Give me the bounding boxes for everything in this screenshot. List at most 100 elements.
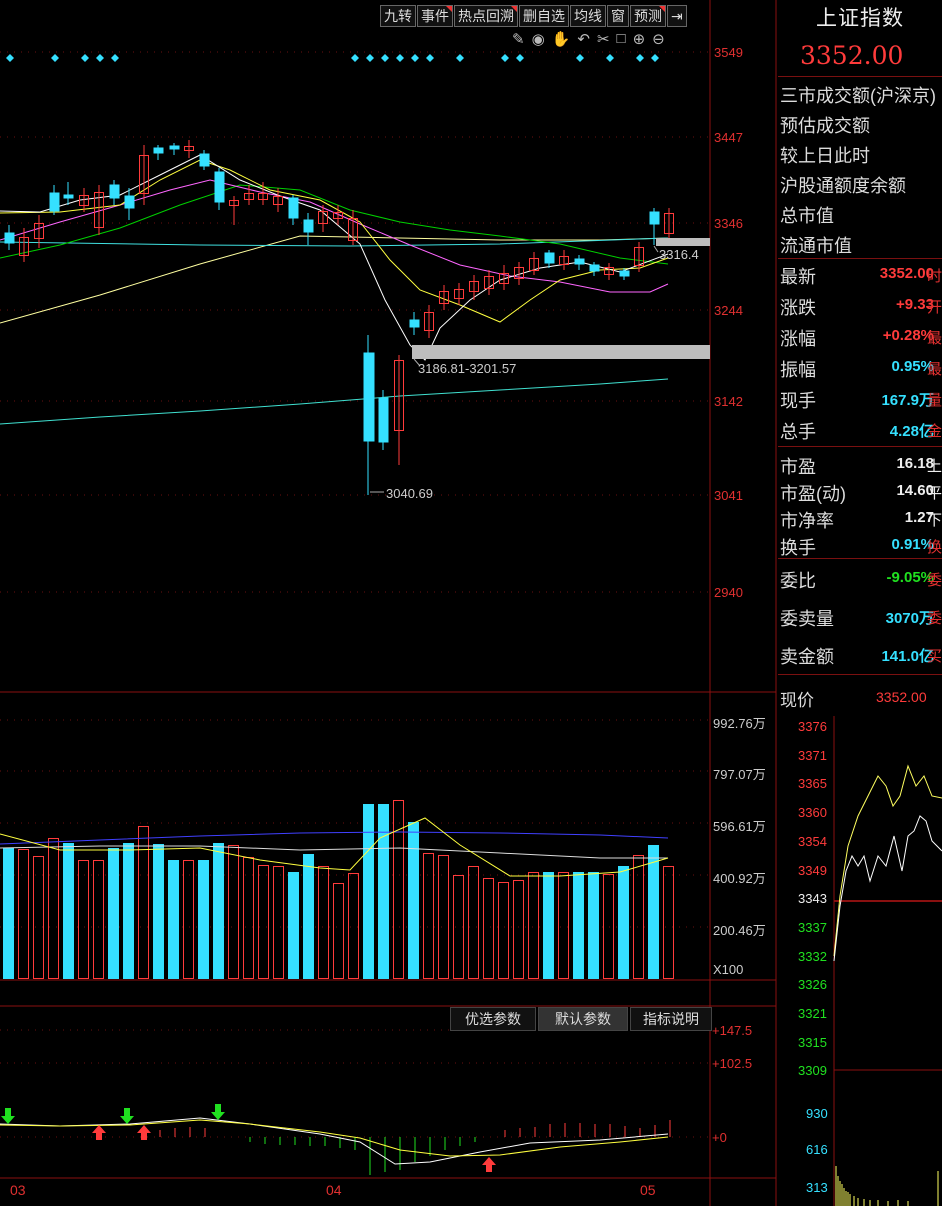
- undo-icon[interactable]: ↶: [577, 30, 590, 48]
- info-row-vs-prev[interactable]: 较上日此时: [780, 142, 870, 168]
- quote-unit: 下: [926, 512, 942, 529]
- quote-label: 市盈: [780, 457, 816, 477]
- tab-indicator-help[interactable]: 指标说明: [630, 1007, 712, 1031]
- toolbar-button-3[interactable]: 删自选: [519, 5, 569, 27]
- event-markers[interactable]: [6, 54, 659, 62]
- mini-price-tick: 3349: [798, 862, 827, 878]
- info-row-turnover[interactable]: 三市成交额(沪深京): [780, 82, 936, 108]
- scissors-icon[interactable]: ✂: [597, 30, 610, 48]
- zoom-in-icon[interactable]: ⊕: [633, 30, 646, 48]
- price-tick: 3142: [714, 394, 743, 409]
- eye-icon[interactable]: ◉: [532, 30, 545, 48]
- index-price: 3352.00: [800, 41, 904, 70]
- mini-price-tick: 3315: [798, 1034, 827, 1050]
- price-tick: 3041: [714, 488, 743, 503]
- mini-price-tick: 3376: [798, 719, 827, 734]
- mini-price-tick: 3354: [798, 833, 827, 849]
- price-tick: 3346: [714, 216, 743, 231]
- quote-label: 委比: [780, 571, 816, 591]
- mini-price-tick: 3371: [798, 747, 827, 763]
- ma30-line: [0, 184, 669, 265]
- quote-row-0[interactable]: 最新 3352.00 时: [778, 260, 942, 290]
- indicator-tick: +147.5: [712, 1023, 753, 1038]
- candlesticks[interactable]: [4, 140, 674, 495]
- order-row-0[interactable]: 委比 -9.05% 委: [778, 564, 942, 594]
- valuation-row-2[interactable]: 市净率 1.27 下: [778, 504, 942, 534]
- quote-row-5[interactable]: 总手 4.28亿金: [778, 415, 942, 445]
- toolbar-button-0[interactable]: 九转: [380, 5, 416, 27]
- mini-price-tick: 3343: [798, 891, 827, 907]
- quote-sidebar: 上证指数 3352.00 三市成交额(沪深京) 预估成交额 较上日此时 沪股通额…: [778, 0, 942, 1206]
- pencil-icon[interactable]: ✎: [512, 30, 525, 48]
- index-title: 上证指数: [816, 6, 904, 30]
- ma20-line: [0, 179, 669, 293]
- tab-optimal-params[interactable]: 优选参数: [450, 1007, 536, 1031]
- low-price-label: 3040.69: [386, 486, 433, 501]
- mini-price-tick: 3326: [798, 977, 827, 993]
- panel-toggle-icon[interactable]: ⇥: [667, 5, 687, 27]
- price-tick: 2940: [714, 585, 743, 600]
- mini-volume-tick: 930: [806, 1106, 828, 1121]
- quote-row-2[interactable]: 涨幅 +0.28% 最: [778, 322, 942, 352]
- gap-zone-high[interactable]: [656, 238, 710, 246]
- quote-label: 市盈(动): [780, 484, 846, 504]
- quote-unit: 上: [926, 458, 942, 475]
- quote-row-4[interactable]: 现手 167.9万量: [778, 384, 942, 414]
- main-chart-panel[interactable]: 九转 事件 热点回溯 删自选 均线窗预测 ⇥ ✎ ◉ ✋ ↶ ✂ □ ⊕ ⊖ 3549 3447 334…: [0, 0, 778, 1206]
- volume-tick: 797.07万: [713, 767, 766, 782]
- toolbar-button-4[interactable]: 均线: [570, 5, 606, 27]
- volume-tick: 200.46万: [713, 923, 766, 938]
- volume-tick: 596.61万: [713, 819, 766, 834]
- info-row-market-cap[interactable]: 总市值: [780, 202, 834, 228]
- valuation-row-1[interactable]: 市盈(动) 14.60 平: [778, 477, 942, 507]
- vol-ma-blue: [0, 831, 669, 845]
- vol-ma-white: [0, 845, 668, 859]
- valuation-row-3[interactable]: 换手 0.91% 换: [778, 531, 942, 561]
- tab-default-params[interactable]: 默认参数: [538, 1007, 628, 1031]
- mini-price-tick: 3360: [798, 805, 827, 821]
- quote-label: 振幅: [780, 360, 816, 380]
- quote-label: 换手: [780, 538, 816, 558]
- volume-unit-label: X100: [713, 962, 744, 977]
- mini-volume-tick: 616: [806, 1142, 828, 1157]
- quote-unit: 时: [926, 268, 942, 285]
- quote-row-1[interactable]: 涨跌 +9.33 开: [778, 291, 942, 321]
- ma5-line: [0, 154, 669, 361]
- quote-unit: 开: [926, 299, 942, 316]
- order-row-1[interactable]: 委卖量 3070万委: [778, 602, 942, 632]
- quote-unit: 换: [926, 539, 942, 556]
- order-row-2[interactable]: 卖金额 141.0亿买: [778, 640, 942, 670]
- indicator-tick: +0: [712, 1130, 727, 1145]
- mini-chart-price: 3352.00: [876, 689, 927, 705]
- lock-icon[interactable]: □: [617, 30, 626, 48]
- macd-signal-arrows[interactable]: [1, 1104, 496, 1172]
- price-tick: 3244: [714, 303, 743, 318]
- quote-row-3[interactable]: 振幅 0.95% 最: [778, 353, 942, 383]
- info-row-northbound[interactable]: 沪股通额度余额: [780, 172, 906, 198]
- toolbar-button-6[interactable]: 预测: [630, 5, 666, 27]
- valuation-row-0[interactable]: 市盈 16.18 上: [778, 450, 942, 480]
- ma10-line: [0, 159, 669, 323]
- volume-bars[interactable]: [3, 800, 674, 980]
- price-tick: 3447: [714, 130, 743, 145]
- info-row-float-cap[interactable]: 流通市值: [780, 232, 852, 258]
- quote-unit: 最: [926, 361, 942, 378]
- quote-unit: 委: [926, 572, 942, 589]
- quote-label: 委卖量: [780, 609, 834, 629]
- mini-price-tick: 3321: [798, 1006, 827, 1021]
- drawing-tools: ✎ ◉ ✋ ↶ ✂ □ ⊕ ⊖: [512, 30, 665, 48]
- mini-volume-tick: 313: [806, 1180, 828, 1195]
- gap-zone-low[interactable]: [412, 345, 710, 359]
- price-tick: 3549: [714, 45, 743, 60]
- toolbar-button-1[interactable]: 事件: [417, 5, 453, 27]
- quote-label: 涨跌: [780, 298, 816, 318]
- quote-label: 市净率: [780, 511, 834, 531]
- toolbar-button-2[interactable]: 热点回溯: [454, 5, 518, 27]
- quote-label: 总手: [780, 422, 816, 442]
- quote-unit: 平: [926, 485, 942, 502]
- info-row-est-turnover[interactable]: 预估成交额: [780, 112, 870, 138]
- toolbar-button-5[interactable]: 窗: [607, 5, 629, 27]
- zoom-out-icon[interactable]: ⊖: [652, 30, 665, 48]
- hand-icon[interactable]: ✋: [552, 30, 571, 48]
- volume-tick: 400.92万: [713, 871, 766, 886]
